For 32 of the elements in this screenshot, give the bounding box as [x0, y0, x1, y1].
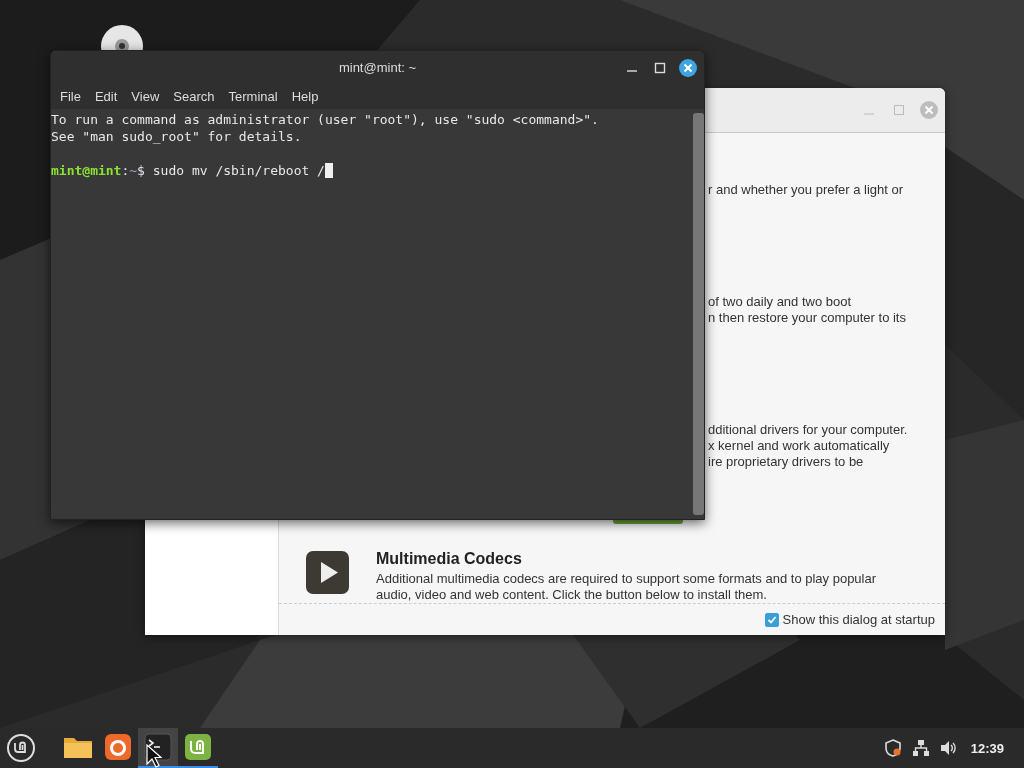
description-text: dditional drivers for your computer. [708, 422, 909, 438]
startup-checkbox[interactable] [764, 612, 779, 627]
menu-item[interactable]: File [54, 87, 87, 106]
scrollbar-thumb[interactable] [693, 113, 704, 515]
section-title: Multimedia Codecs [376, 550, 523, 569]
install-button[interactable] [613, 520, 683, 525]
terminal-line: To run a command as administrator (user "root"), use "sudo <command>". [51, 111, 599, 128]
menu-item[interactable]: Terminal [222, 87, 284, 106]
shield-icon[interactable] [882, 738, 903, 758]
pointer-icon [146, 744, 162, 768]
description-text: x kernel and work automatically [708, 438, 891, 454]
play-icon [306, 551, 349, 595]
menu-item[interactable]: Edit [88, 87, 124, 106]
menu-item[interactable]: Search [167, 87, 221, 106]
close-icon[interactable] [678, 57, 698, 78]
clock[interactable]: 12:39 [970, 740, 1004, 756]
description-text: ire proprietary drivers to be [708, 454, 865, 470]
mint-logo-icon [184, 733, 212, 761]
terminal-line: See "man sudo_root" for details. [51, 128, 302, 145]
terminal-prompt: mint@mint:~$ sudo mv /sbin/reboot / [51, 162, 325, 179]
description-text: r and whether you prefer a light or [708, 182, 905, 198]
menu-item[interactable]: View [125, 87, 166, 106]
menu-item[interactable]: Help [285, 87, 325, 106]
window-title: mint@mint: ~ [338, 60, 417, 75]
maximize-icon[interactable] [654, 61, 666, 74]
text-cursor [324, 163, 333, 178]
description-text: n then restore your computer to its [708, 310, 907, 326]
browser-icon [104, 733, 132, 761]
section-description: Additional multimedia codecs are required to support some formats and to play popular audio, video and web content. Click the button below to install them. [376, 571, 878, 604]
description-text: of two daily and two boot [708, 294, 853, 310]
checkbox-label: Show this dialog at startup [782, 612, 935, 628]
network-icon[interactable] [910, 738, 931, 758]
